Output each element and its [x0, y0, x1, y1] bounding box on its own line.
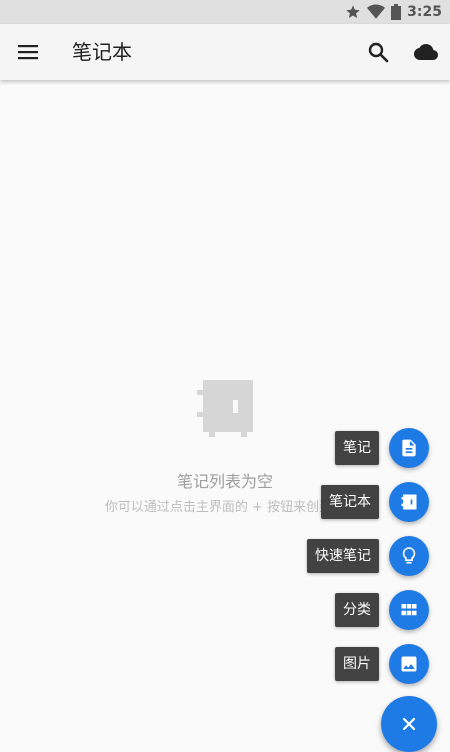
fab-item-category: 分类	[0, 590, 450, 630]
menu-icon[interactable]	[16, 40, 40, 64]
page-title: 笔记本	[72, 40, 132, 64]
close-fab-button[interactable]	[381, 696, 437, 752]
cloud-icon[interactable]	[414, 40, 438, 64]
status-bar: 3:25	[0, 0, 450, 24]
status-time: 3:25	[407, 4, 442, 20]
fab-label-category[interactable]: 分类	[335, 593, 379, 627]
image-icon	[401, 656, 417, 672]
category-button[interactable]	[389, 590, 429, 630]
fab-item-note: 笔记	[0, 428, 450, 468]
search-icon[interactable]	[366, 40, 390, 64]
fab-label-image[interactable]: 图片	[335, 647, 379, 681]
new-notebook-button[interactable]	[389, 482, 429, 522]
new-note-button[interactable]	[389, 428, 429, 468]
battery-icon	[391, 4, 402, 20]
image-button[interactable]	[389, 644, 429, 684]
app-bar: 笔记本	[0, 24, 450, 80]
lightbulb-icon	[402, 547, 416, 564]
notebook-icon	[401, 494, 417, 510]
quick-note-button[interactable]	[389, 536, 429, 576]
fab-item-notebook: 笔记本	[0, 482, 450, 522]
document-icon	[402, 439, 416, 457]
close-icon	[402, 717, 416, 731]
star-icon	[346, 5, 360, 18]
fab-item-quick-note: 快速笔记	[0, 536, 450, 576]
fab-label-quick-note[interactable]: 快速笔记	[307, 539, 379, 573]
fab-item-image: 图片	[0, 644, 450, 684]
fab-label-note[interactable]: 笔记	[335, 431, 379, 465]
wifi-icon	[367, 4, 386, 19]
fab-label-notebook[interactable]: 笔记本	[321, 485, 379, 519]
grid-icon	[401, 604, 417, 616]
